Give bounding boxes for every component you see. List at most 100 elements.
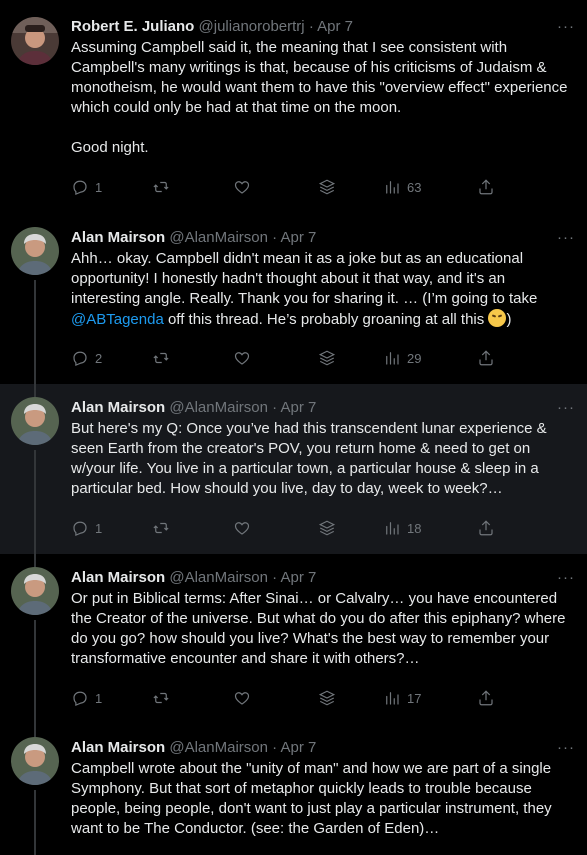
tweet[interactable]: Alan Mairson @AlanMairson · Apr 7 Campbe… — [0, 724, 587, 855]
author-handle[interactable]: @julianorobertrj — [199, 18, 305, 35]
more-options-icon[interactable]: ··· — [557, 740, 575, 755]
tweet-date[interactable]: Apr 7 — [280, 229, 316, 246]
author-handle[interactable]: @AlanMairson — [169, 229, 268, 246]
views-count: 29 — [407, 350, 422, 366]
stack-button[interactable] — [318, 689, 336, 707]
retweet-icon — [152, 689, 170, 707]
mention-link[interactable]: @ABTagenda — [71, 311, 164, 328]
thread-line — [34, 724, 36, 738]
tweet-paragraph: Good night. — [71, 139, 149, 156]
tweet-text: Assuming Campbell said it, the meaning t… — [71, 38, 573, 158]
tweet-text-part: Ahh… okay. Campbell didn't mean it as a … — [71, 250, 538, 307]
like-button[interactable] — [233, 519, 251, 537]
tweet-text: Ahh… okay. Campbell didn't mean it as a … — [71, 249, 573, 330]
like-button[interactable] — [233, 178, 251, 196]
share-button[interactable] — [477, 349, 495, 367]
author-name[interactable]: Alan Mairson — [71, 399, 165, 416]
avatar[interactable] — [11, 397, 59, 445]
tweet[interactable]: Alan Mairson @AlanMairson · Apr 7 Or put… — [0, 554, 587, 724]
retweet-button[interactable] — [152, 689, 170, 707]
stack-icon — [318, 349, 336, 367]
views-count: 63 — [407, 179, 422, 195]
tweet-text: Or put in Biblical terms: After Sinai… o… — [71, 590, 566, 667]
tweet-text: Campbell wrote about the "unity of man" … — [71, 760, 552, 837]
retweet-icon — [152, 519, 170, 537]
separator: · — [308, 18, 314, 35]
more-options-icon[interactable]: ··· — [557, 400, 575, 415]
share-button[interactable] — [477, 689, 495, 707]
share-icon — [477, 519, 495, 537]
tweet[interactable]: Robert E. Juliano @julianorobertrj · Apr… — [0, 0, 587, 214]
stack-button[interactable] — [318, 349, 336, 367]
separator: · — [272, 569, 278, 586]
views-button[interactable]: 29 — [383, 349, 421, 367]
tweet[interactable]: Alan Mairson @AlanMairson · Apr 7 Ahh… o… — [0, 214, 587, 384]
tweet-date[interactable]: Apr 7 — [280, 569, 316, 586]
author-handle[interactable]: @AlanMairson — [169, 399, 268, 416]
thread-line — [34, 620, 36, 724]
author-name[interactable]: Robert E. Juliano — [71, 18, 194, 35]
author-handle[interactable]: @AlanMairson — [169, 739, 268, 756]
heart-icon — [233, 349, 251, 367]
separator: · — [272, 229, 278, 246]
reply-icon — [71, 519, 89, 537]
reply-icon — [71, 178, 89, 196]
share-icon — [477, 349, 495, 367]
retweet-button[interactable] — [152, 178, 170, 196]
author-handle[interactable]: @AlanMairson — [169, 569, 268, 586]
share-button[interactable] — [477, 519, 495, 537]
reply-button[interactable]: 1 — [71, 519, 102, 537]
tweet-date[interactable]: Apr 7 — [317, 18, 353, 35]
views-button[interactable]: 18 — [383, 519, 421, 537]
avatar[interactable] — [11, 737, 59, 785]
reply-button[interactable]: 1 — [71, 178, 102, 196]
action-bar: 1 17 — [71, 688, 573, 708]
author-name[interactable]: Alan Mairson — [71, 569, 165, 586]
action-bar: 2 29 — [71, 348, 573, 368]
weary-face-emoji-icon — [488, 309, 507, 327]
more-options-icon[interactable]: ··· — [557, 230, 575, 245]
views-count: 17 — [407, 690, 422, 706]
retweet-icon — [152, 349, 170, 367]
views-icon — [383, 178, 401, 196]
like-button[interactable] — [233, 689, 251, 707]
action-bar: 1 18 — [71, 518, 573, 538]
tweet-date[interactable]: Apr 7 — [280, 739, 316, 756]
tweet-date[interactable]: Apr 7 — [280, 399, 316, 416]
author-name[interactable]: Alan Mairson — [71, 739, 165, 756]
reply-count: 1 — [95, 520, 103, 536]
more-options-icon[interactable]: ··· — [557, 570, 575, 585]
stack-icon — [318, 519, 336, 537]
stack-button[interactable] — [318, 178, 336, 196]
views-button[interactable]: 63 — [383, 178, 421, 196]
retweet-button[interactable] — [152, 519, 170, 537]
share-icon — [477, 178, 495, 196]
heart-icon — [233, 519, 251, 537]
thread-line — [34, 280, 36, 384]
views-icon — [383, 519, 401, 537]
tweet-header: Alan Mairson @AlanMairson · Apr 7 — [71, 568, 573, 588]
reply-button[interactable]: 2 — [71, 349, 102, 367]
retweet-button[interactable] — [152, 349, 170, 367]
author-name[interactable]: Alan Mairson — [71, 229, 165, 246]
reply-button[interactable]: 1 — [71, 689, 102, 707]
tweet[interactable]: Alan Mairson @AlanMairson · Apr 7 But he… — [0, 384, 587, 554]
avatar[interactable] — [11, 567, 59, 615]
stack-button[interactable] — [318, 519, 336, 537]
more-options-icon[interactable]: ··· — [557, 19, 575, 34]
tweet-header: Robert E. Juliano @julianorobertrj · Apr… — [71, 17, 573, 37]
separator: · — [272, 739, 278, 756]
avatar[interactable] — [11, 227, 59, 275]
separator: · — [272, 399, 278, 416]
share-button[interactable] — [477, 178, 495, 196]
tweet-text: But here's my Q: Once you’ve had this tr… — [71, 420, 547, 497]
tweet-header: Alan Mairson @AlanMairson · Apr 7 — [71, 738, 573, 758]
stack-icon — [318, 178, 336, 196]
like-button[interactable] — [233, 349, 251, 367]
thread-line — [34, 384, 36, 398]
thread-line — [34, 450, 36, 554]
reply-count: 1 — [95, 690, 103, 706]
views-button[interactable]: 17 — [383, 689, 421, 707]
stack-icon — [318, 689, 336, 707]
avatar[interactable] — [11, 17, 59, 65]
